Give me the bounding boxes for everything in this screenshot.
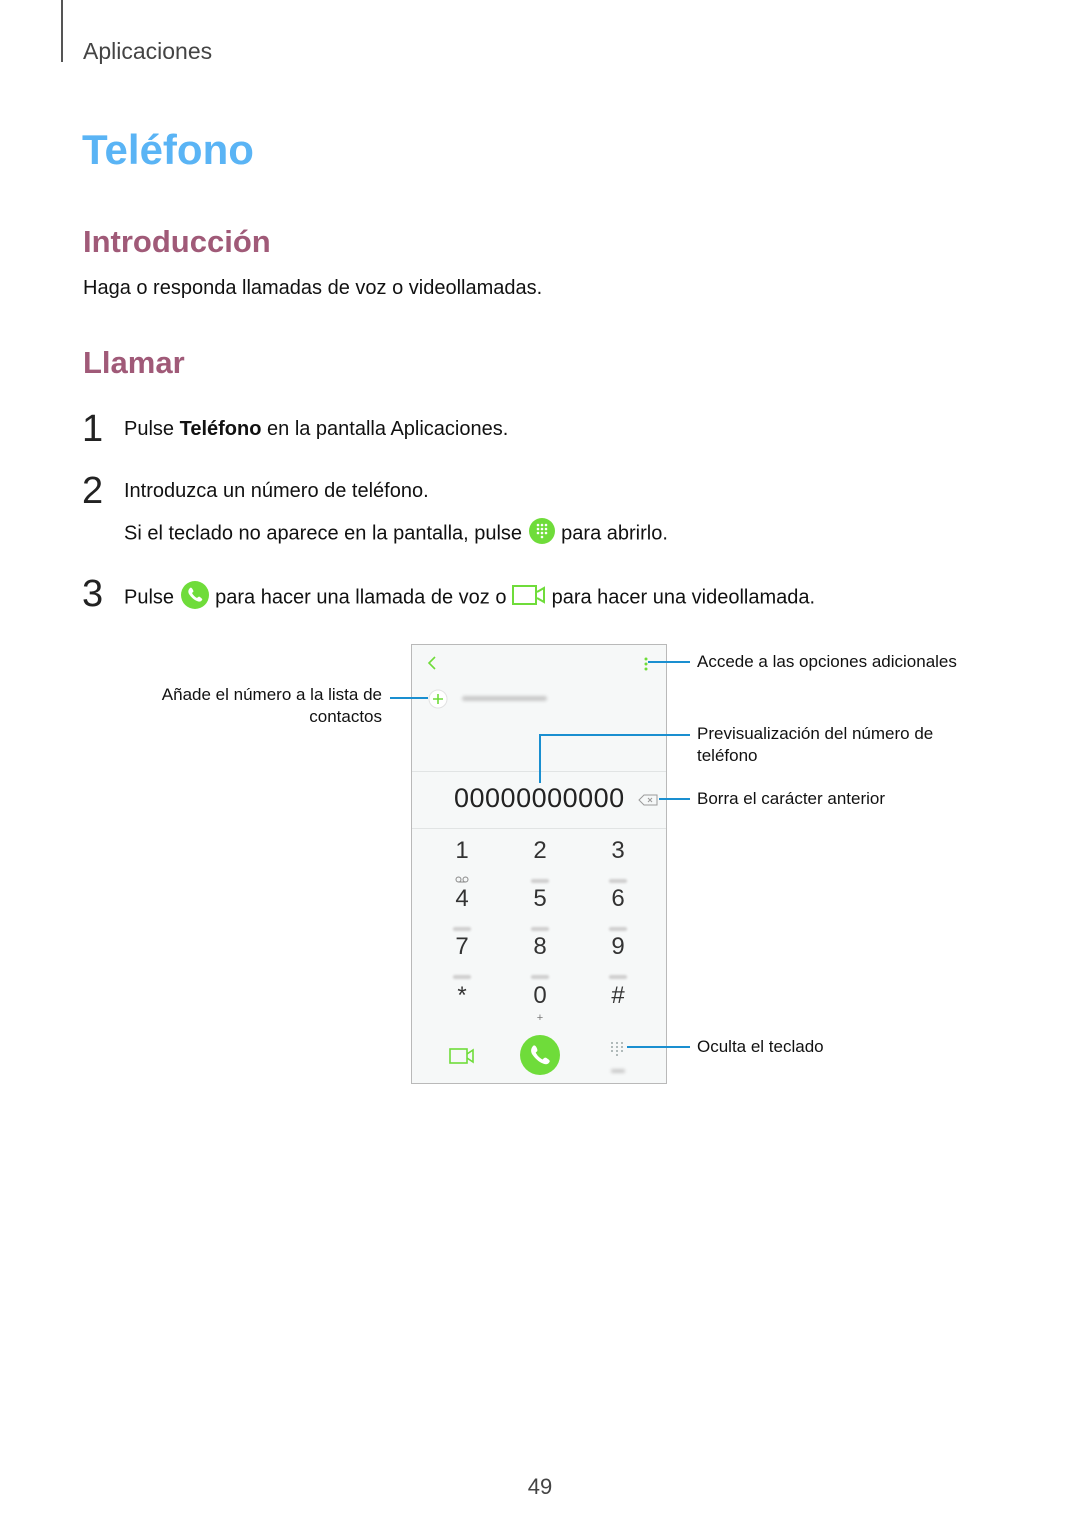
callout-backspace: Borra el carácter anterior [697,789,886,808]
phone-call-icon [180,580,210,616]
callout-hide-keypad: Oculta el teclado [697,1037,824,1056]
page-number: 49 [527,1474,553,1499]
video-call-button[interactable] [449,1047,475,1070]
dial-key-3[interactable]: 3 [588,837,648,865]
hide-keypad-button[interactable] [609,1041,627,1066]
dial-key-1[interactable]: 1 [432,837,492,865]
call-button[interactable] [519,1034,561,1081]
video-call-icon [512,583,546,613]
add-contact-button[interactable] [428,689,448,714]
intro-text: Haga o responda llamadas de voz o videol… [83,277,543,299]
hide-keypad-label [611,1069,625,1073]
dial-key-9[interactable]: 9 [588,933,648,961]
more-options-icon[interactable] [643,657,649,676]
dial-key-8[interactable]: 8 [510,933,570,961]
step-number-1: 1 [82,408,104,450]
step-1-bold: Teléfono [179,418,262,440]
callout-line-preview-v [539,734,541,783]
step-1-text: Pulse Teléfono en la pantalla Aplicacion… [124,418,508,441]
step-2-sub-post: para abrirlo. [555,522,668,545]
dial-key-5[interactable]: 5 [510,885,570,913]
dial-key-star[interactable]: * [432,982,492,1010]
step-2-subtext: Si el teclado no aparece en la pantalla,… [124,517,668,551]
backspace-icon[interactable] [638,793,658,811]
callout-more-options: Accede a las opciones adicionales [697,652,957,671]
step-3-text: Pulse para hacer una llamada de voz o pa… [124,580,815,616]
step-3-post: para hacer una videollamada. [546,586,816,609]
chapter-label: Aplicaciones [83,38,213,64]
divider [412,828,666,829]
dial-key-hash[interactable]: # [588,982,648,1010]
callout-line-backspace [659,798,690,800]
add-to-contacts-label [462,696,547,701]
chapter-rule [61,0,63,62]
callout-add-contact-1: Añade el número a la lista de [161,685,382,704]
dial-key-4[interactable]: 4 [432,885,492,913]
dial-key-6[interactable]: 6 [588,885,648,913]
phone-number-display: 00000000000 [454,783,625,813]
page-title: Teléfono [82,126,254,173]
step-2-sub-pre: Si el teclado no aparece en la pantalla,… [124,522,528,545]
step-number-3: 3 [82,573,104,615]
callout-add-contact-2: contactos [309,707,382,726]
step-3-pre: Pulse [124,586,180,609]
step-1-post: en la pantalla Aplicaciones. [261,418,509,440]
callout-preview-1: Previsualización del número de [697,724,934,743]
step-1-pre: Pulse [124,418,180,440]
back-icon[interactable] [426,655,438,676]
callout-preview-2: teléfono [697,746,758,765]
keypad-icon [528,517,556,551]
phone-dialer-screen: 00000000000 1 2 3 4 5 6 7 8 9 * 0 + # [411,644,667,1084]
callout-line-preview-h [539,734,690,736]
section-heading-call: Llamar [83,345,185,380]
dial-key-7[interactable]: 7 [432,933,492,961]
step-3-mid: para hacer una llamada de voz o [209,586,513,609]
callout-line-add-contact [390,697,428,699]
callout-line-more-options [648,661,690,663]
dial-key-0[interactable]: 0 [510,982,570,1010]
step-number-2: 2 [82,470,104,512]
dial-key-2[interactable]: 2 [510,837,570,865]
step-2-text: Introduzca un número de teléfono. [124,480,429,502]
callout-line-hide-keypad [627,1046,690,1048]
dial-key-sublabel: + [536,1012,544,1024]
section-heading-intro: Introducción [83,224,271,259]
